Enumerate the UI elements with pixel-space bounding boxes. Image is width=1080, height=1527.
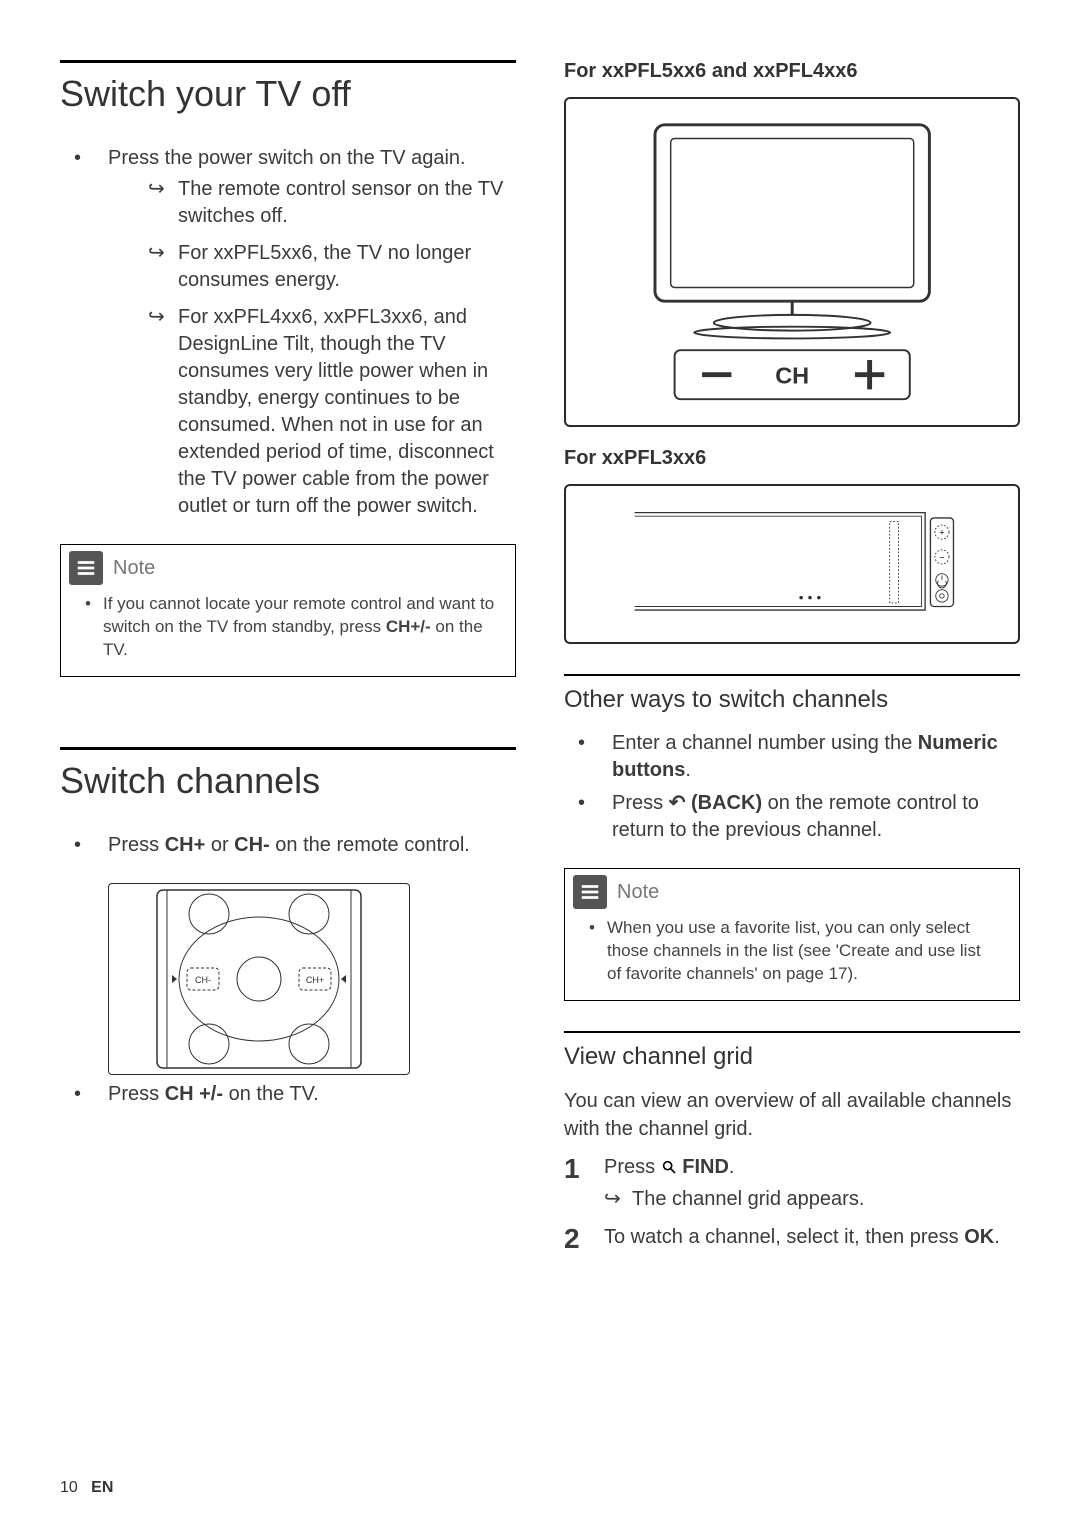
right-column: For xxPFL5xx6 and xxPFL4xx6 CH For xxPFL…: [564, 60, 1020, 1497]
press-pre: Press: [108, 834, 165, 856]
switch-tv-off-title: Switch your TV off: [60, 60, 516, 115]
bullet-text: Press the power switch on the TV again.: [108, 147, 466, 169]
or-text: or: [205, 834, 234, 856]
page-number: 10: [60, 1479, 78, 1496]
page-footer: 10 EN: [60, 1479, 113, 1497]
numeric-post: .: [685, 759, 691, 781]
note-text-remote: If you cannot locate your remote control…: [85, 593, 495, 662]
tv-side-illustration: + −: [564, 484, 1020, 644]
back-pre: Press: [612, 792, 669, 814]
sub-remote-off: The remote control sensor on the TV swit…: [148, 176, 516, 230]
view-channel-grid-title: View channel grid: [564, 1031, 1020, 1071]
note-box-favorite: Note When you use a favorite list, you c…: [564, 868, 1020, 1001]
step-select-ok: To watch a channel, select it, then pres…: [564, 1223, 1020, 1251]
remote-svg: CH- CH+: [109, 884, 409, 1074]
numeric-pre: Enter a channel number using the: [612, 732, 918, 754]
svg-text:CH-: CH-: [195, 975, 211, 985]
svg-text:+: +: [939, 528, 944, 538]
sub-pfl5: For xxPFL5xx6, the TV no longer consumes…: [148, 240, 516, 294]
view-grid-intro: You can view an overview of all availabl…: [564, 1087, 1020, 1143]
remote-control-illustration: CH- CH+: [108, 883, 410, 1075]
note-text-favorite: When you use a favorite list, you can on…: [589, 917, 999, 986]
note-label: Note: [617, 881, 659, 904]
switch-channels-title: Switch channels: [60, 747, 516, 802]
note-bold: CH+/-: [386, 617, 431, 636]
bullet-press-ch-tv: Press CH +/- on the TV.: [60, 1081, 516, 1108]
pfl3-heading: For xxPFL3xx6: [564, 447, 1020, 470]
note-icon: [69, 551, 103, 585]
tv-svg: CH: [606, 115, 978, 409]
find-icon: [661, 1156, 683, 1178]
ch-minus: CH-: [234, 834, 270, 856]
page-lang: EN: [91, 1479, 113, 1496]
note-box-remote: Note If you cannot locate your remote co…: [60, 544, 516, 677]
bullet2-post: on the TV.: [223, 1083, 319, 1105]
bullet2-bold: CH +/-: [165, 1083, 223, 1105]
step2-pre: To watch a channel, select it, then pres…: [604, 1226, 964, 1248]
other-ways-title: Other ways to switch channels: [564, 674, 1020, 714]
ch-plus: CH+: [165, 834, 206, 856]
bullet-press-ch-remote: Press CH+ or CH- on the remote control.: [60, 832, 516, 859]
bullet-press-power: Press the power switch on the TV again. …: [60, 145, 516, 520]
back-icon: ↶: [669, 792, 686, 814]
back-bold: (BACK): [685, 792, 762, 814]
tv-side-svg: + −: [624, 502, 961, 626]
step1-result: The channel grid appears.: [604, 1185, 1020, 1213]
step1-bold: FIND: [682, 1156, 729, 1178]
note-icon: [573, 875, 607, 909]
bullet-back-button: Press ↶ (BACK) on the remote control to …: [564, 790, 1020, 844]
svg-text:−: −: [939, 552, 944, 562]
press-post: on the remote control.: [270, 834, 470, 856]
step1-post: .: [729, 1156, 735, 1178]
step2-bold: OK: [964, 1226, 994, 1248]
tv-front-illustration: CH: [564, 97, 1020, 427]
pfl5-4-heading: For xxPFL5xx6 and xxPFL4xx6: [564, 60, 1020, 83]
svg-text:CH+: CH+: [306, 975, 324, 985]
step-press-find: Press FIND. The channel grid appears.: [564, 1153, 1020, 1213]
step2-post: .: [994, 1226, 1000, 1248]
left-column: Switch your TV off Press the power switc…: [60, 60, 516, 1497]
note-label: Note: [113, 557, 155, 580]
step1-pre: Press: [604, 1156, 661, 1178]
bullet-numeric-buttons: Enter a channel number using the Numeric…: [564, 730, 1020, 784]
svg-text:CH: CH: [775, 363, 809, 389]
bullet2-pre: Press: [108, 1083, 165, 1105]
sub-pfl4-3-designline: For xxPFL4xx6, xxPFL3xx6, and DesignLine…: [148, 304, 516, 520]
